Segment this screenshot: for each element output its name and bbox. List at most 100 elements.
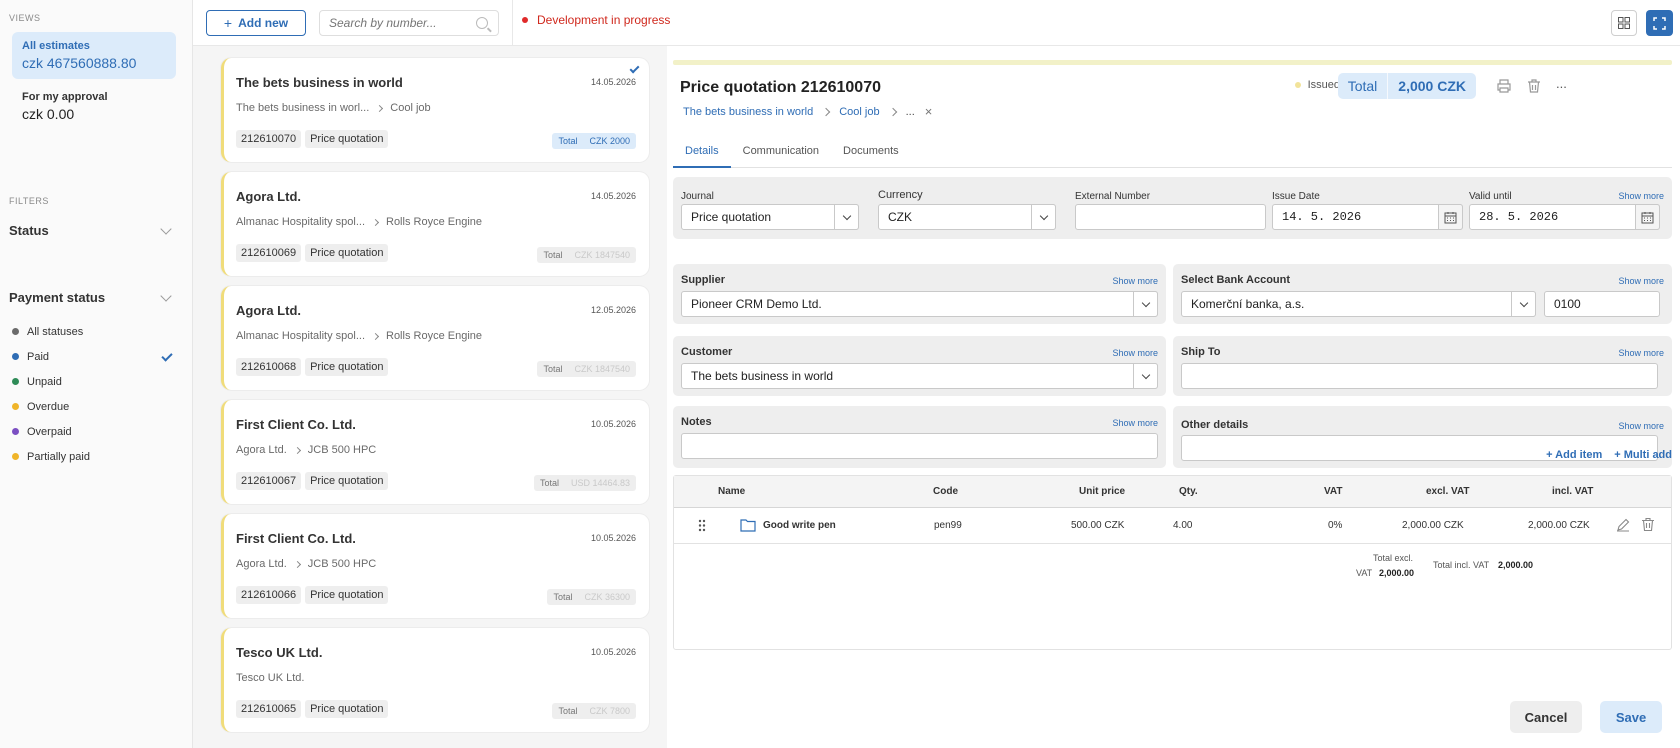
show-more-link[interactable]: Show more xyxy=(1112,418,1158,428)
item-code: pen99 xyxy=(934,520,962,531)
notes-field[interactable] xyxy=(681,433,1158,459)
edit-icon[interactable] xyxy=(1616,518,1630,532)
payment-status-filter[interactable]: Payment status xyxy=(0,289,192,305)
status-option-all[interactable]: All statuses xyxy=(0,319,192,344)
card-tags: 212610069 Price quotation xyxy=(236,244,389,262)
plus-icon: + xyxy=(223,15,233,31)
breadcrumb-more[interactable]: ... xyxy=(906,106,915,118)
col-unit-price: Unit price xyxy=(1079,486,1126,497)
notes-label: Notes xyxy=(681,416,712,428)
status-strip xyxy=(673,60,1672,65)
bank-account-select[interactable]: Komerční banka, a.s. xyxy=(1181,291,1536,317)
valid-until-field[interactable]: 28. 5. 2026 xyxy=(1469,204,1660,230)
dropdown-button[interactable] xyxy=(834,204,859,230)
status-option-overpaid[interactable]: Overpaid xyxy=(0,419,192,444)
status-option-unpaid[interactable]: Unpaid xyxy=(0,369,192,394)
total-label: Total xyxy=(1347,78,1378,94)
card-type: Price quotation xyxy=(305,472,389,490)
cancel-button[interactable]: Cancel xyxy=(1510,701,1582,733)
detail-tabs: Details Communication Documents xyxy=(673,140,1672,168)
dropdown-button[interactable] xyxy=(1133,291,1158,317)
view-all-estimates[interactable]: All estimates czk 467560888.80 xyxy=(12,32,176,79)
status-dot xyxy=(12,378,19,385)
estimate-card[interactable]: First Client Co. Ltd. 10.05.2026 Agora L… xyxy=(221,514,649,618)
ship-to-field[interactable] xyxy=(1181,363,1658,389)
search-icon[interactable] xyxy=(476,17,488,29)
status-filter[interactable]: Status xyxy=(0,222,192,238)
card-title: Agora Ltd. xyxy=(236,189,301,204)
close-icon[interactable]: × xyxy=(925,104,933,119)
card-total: Total CZK 1847540 xyxy=(537,361,636,377)
currency-value: CZK xyxy=(888,210,912,224)
card-path: Agora Ltd. JCB 500 HPC xyxy=(236,558,376,570)
supplier-select[interactable]: Pioneer CRM Demo Ltd. xyxy=(681,291,1158,317)
estimate-card[interactable]: Agora Ltd. 14.05.2026 Almanac Hospitalit… xyxy=(221,172,649,276)
drag-handle-icon[interactable] xyxy=(698,519,706,532)
card-type: Price quotation xyxy=(305,358,389,376)
issue-date-field[interactable]: 14. 5. 2026 xyxy=(1272,204,1463,230)
search-input[interactable] xyxy=(329,11,469,35)
status-label: Overdue xyxy=(27,400,70,413)
multi-add-link[interactable]: + Multi add xyxy=(1614,449,1672,461)
ship-to-label: Ship To xyxy=(1181,346,1221,358)
dev-status: Development in progress xyxy=(522,13,670,27)
bank-code-field[interactable]: 0100 xyxy=(1544,291,1660,317)
external-number-field[interactable] xyxy=(1075,204,1266,230)
status-option-partially-paid[interactable]: Partially paid xyxy=(0,444,192,469)
dropdown-button[interactable] xyxy=(1511,291,1536,317)
show-more-link[interactable]: Show more xyxy=(1112,348,1158,358)
trash-icon[interactable] xyxy=(1641,517,1655,532)
show-more-link[interactable]: Show more xyxy=(1112,276,1158,286)
print-button[interactable] xyxy=(1496,78,1512,94)
delete-button[interactable] xyxy=(1526,78,1542,94)
status-option-overdue[interactable]: Overdue xyxy=(0,394,192,419)
dropdown-button[interactable] xyxy=(1133,363,1158,389)
chevron-right-icon xyxy=(371,218,380,226)
more-button[interactable]: ... xyxy=(1556,76,1572,92)
card-path-a: Agora Ltd. xyxy=(236,444,287,456)
currency-select[interactable]: CZK xyxy=(878,204,1056,230)
tab-communication[interactable]: Communication xyxy=(731,140,831,168)
save-button[interactable]: Save xyxy=(1600,701,1662,733)
estimate-card[interactable]: The bets business in world 14.05.2026 Th… xyxy=(221,58,649,162)
estimate-card[interactable]: Agora Ltd. 12.05.2026 Almanac Hospitalit… xyxy=(221,286,649,390)
supplier-panel: Supplier Show more Pioneer CRM Demo Ltd. xyxy=(673,264,1166,324)
estimate-card[interactable]: First Client Co. Ltd. 10.05.2026 Agora L… xyxy=(221,400,649,504)
chevron-right-icon xyxy=(376,104,384,112)
show-more-link[interactable]: Show more xyxy=(1618,276,1664,286)
grid-view-button[interactable] xyxy=(1611,10,1637,36)
journal-select[interactable]: Price quotation xyxy=(681,204,859,230)
card-number: 212610066 xyxy=(236,586,302,604)
view-amount: czk 0.00 xyxy=(22,106,75,122)
show-more-link[interactable]: Show more xyxy=(1618,348,1664,358)
card-path-b: Rolls Royce Engine xyxy=(386,216,482,228)
fullscreen-button[interactable] xyxy=(1646,10,1673,36)
calendar-button[interactable] xyxy=(1438,204,1463,230)
add-item-link[interactable]: + Add item xyxy=(1546,449,1602,461)
show-more-link[interactable]: Show more xyxy=(1618,421,1664,431)
tab-details[interactable]: Details xyxy=(673,140,731,168)
estimate-list: The bets business in world 14.05.2026 Th… xyxy=(193,46,667,748)
status-option-paid[interactable]: Paid xyxy=(0,344,192,369)
tab-documents[interactable]: Documents xyxy=(831,140,911,168)
card-total-label: Total xyxy=(537,361,569,377)
card-title: First Client Co. Ltd. xyxy=(236,531,356,546)
dropdown-button[interactable] xyxy=(1031,204,1056,230)
customer-select[interactable]: The bets business in world xyxy=(681,363,1158,389)
card-type: Price quotation xyxy=(305,700,389,718)
calendar-button[interactable] xyxy=(1635,204,1660,230)
page-title: Price quotation 212610070 xyxy=(680,79,881,96)
total-incl-value: 2,000.00 xyxy=(1498,560,1534,570)
show-more-link[interactable]: Show more xyxy=(1618,191,1664,201)
estimate-card[interactable]: Tesco UK Ltd. 10.05.2026 Tesco UK Ltd. 2… xyxy=(221,628,649,732)
breadcrumb-job[interactable]: Cool job xyxy=(839,106,879,118)
table-row[interactable]: Good write pen pen99 500.00 CZK 4.00 0% … xyxy=(674,508,1671,544)
card-type: Price quotation xyxy=(305,130,389,148)
checkmark-icon xyxy=(629,63,640,74)
status-label: Unpaid xyxy=(27,375,62,388)
breadcrumb-customer[interactable]: The bets business in world xyxy=(683,106,813,118)
add-new-button[interactable]: + Add new xyxy=(206,10,306,36)
valid-until-label: Valid until xyxy=(1469,191,1512,202)
chevron-down-icon xyxy=(1141,370,1150,379)
view-for-my-approval[interactable]: For my approval czk 0.00 xyxy=(12,83,176,130)
